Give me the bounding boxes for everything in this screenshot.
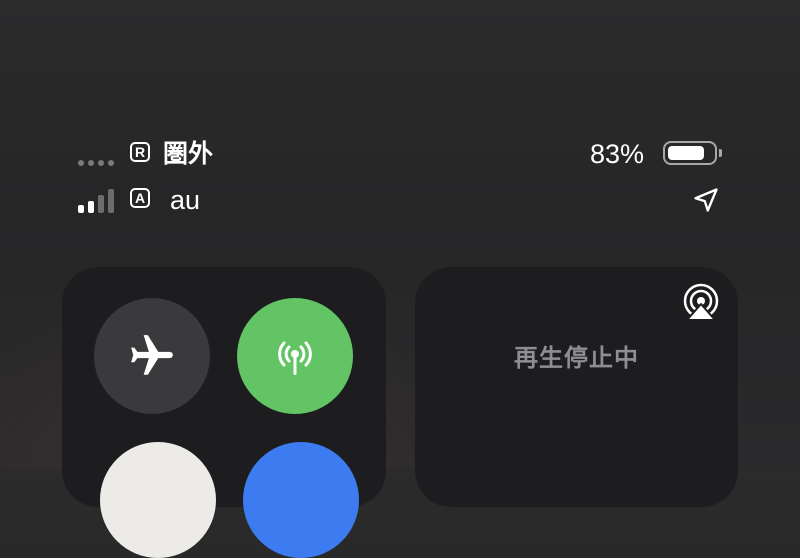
wifi-toggle[interactable] [100, 442, 216, 558]
carrier-name-sim1: 圏外 [163, 140, 214, 168]
no-signal-icon [78, 137, 122, 173]
cellular-data-toggle[interactable] [237, 298, 353, 414]
sim-badge-a: A [130, 188, 150, 208]
battery-icon [663, 141, 717, 165]
playback-status: 再生停止中 [514, 345, 639, 372]
now-playing-module[interactable]: 再生停止中 [415, 267, 738, 507]
connectivity-module [62, 267, 386, 558]
location-arrow-icon [694, 188, 718, 212]
battery-level-fill [668, 146, 704, 160]
status-row-sim1: R 圏外 83% [0, 137, 800, 173]
airplane-icon [131, 335, 173, 375]
airplay-audio-icon[interactable] [681, 283, 721, 323]
sim-badge-r: R [130, 142, 150, 162]
bluetooth-toggle[interactable] [243, 442, 359, 558]
signal-strength-icon [78, 183, 122, 219]
status-row-sim2: A au [0, 183, 800, 219]
battery-terminal [719, 149, 722, 157]
carrier-name-sim2: au [170, 185, 201, 215]
cellular-antenna-icon [278, 341, 312, 375]
battery-percentage: 83% [590, 139, 645, 169]
airplane-mode-toggle[interactable] [94, 298, 210, 414]
